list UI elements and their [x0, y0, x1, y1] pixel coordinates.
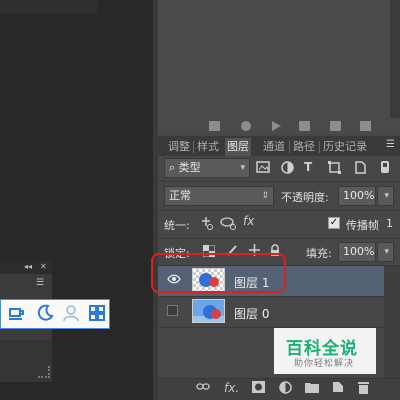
new-layer-icon[interactable]	[332, 381, 344, 396]
layers-scrollbar[interactable]	[384, 266, 400, 378]
opacity-value: 100%	[343, 189, 375, 202]
watermark-subtitle: 助你轻松解决	[294, 359, 355, 369]
scroll-divider	[390, 0, 400, 118]
opacity-label: 不透明度:	[281, 191, 329, 204]
adjustment-icon[interactable]	[279, 381, 292, 397]
annotation-highlight	[151, 253, 286, 293]
fill-dropdown[interactable]: ▾	[377, 242, 394, 262]
panel-menu-icon[interactable]: ☰	[386, 139, 395, 150]
layer-kind-filter[interactable]: ⌕ 类型 ▾	[164, 158, 250, 178]
adjustment-filter-icon[interactable]	[281, 161, 294, 177]
separator	[158, 181, 400, 182]
link-icon[interactable]	[196, 381, 210, 396]
record-icon[interactable]	[241, 121, 251, 131]
separator	[158, 238, 400, 239]
unify-label: 统一:	[164, 219, 190, 232]
mask-icon[interactable]	[252, 381, 265, 396]
canvas-top-band	[0, 0, 98, 14]
panel-menu-icon[interactable]: ☰	[36, 278, 44, 288]
tab-paths[interactable]: 路径	[291, 138, 317, 156]
layer-name[interactable]: 图层 0	[234, 305, 269, 322]
tab-channels[interactable]: 通道	[261, 138, 287, 156]
tab-layers[interactable]: 图层	[225, 138, 251, 156]
blend-mode-select[interactable]: 正常 ⇕	[164, 186, 274, 206]
fill-input[interactable]: 100%	[338, 242, 376, 262]
tab-separator	[289, 141, 290, 153]
fill-value: 100%	[343, 245, 375, 258]
stop-icon[interactable]	[209, 121, 220, 131]
trash-icon[interactable]	[358, 381, 369, 397]
play-icon[interactable]	[272, 121, 281, 131]
smart-object-filter-icon[interactable]	[354, 161, 366, 177]
new-frame-icon[interactable]	[330, 121, 341, 131]
chevron-down-icon: ▾	[384, 247, 389, 257]
resize-grip-icon[interactable]	[38, 366, 50, 378]
toolbar-strip	[0, 299, 110, 329]
separator	[158, 210, 400, 211]
opacity-dropdown[interactable]: ▾	[377, 186, 394, 206]
propagate-label: 传播帧	[346, 219, 379, 232]
chevron-down-icon: ▾	[240, 163, 245, 173]
tab-separator	[193, 141, 194, 153]
thumbnail-figure	[211, 309, 221, 319]
collapse-icon[interactable]: ◂◂	[24, 262, 32, 271]
tab-separator	[319, 141, 320, 153]
moon-icon[interactable]	[35, 304, 55, 324]
kind-filter-value: 类型	[178, 161, 201, 174]
grid-icon[interactable]	[87, 304, 107, 324]
search-icon: ⌕	[169, 161, 176, 174]
shape-filter-icon[interactable]	[328, 161, 341, 177]
pixel-filter-icon[interactable]	[256, 161, 270, 176]
fx-icon[interactable]: fx.	[224, 381, 239, 395]
fill-label: 填充:	[306, 247, 332, 260]
filter-toggle-icon[interactable]	[380, 160, 390, 177]
visibility-toggle-off[interactable]	[167, 305, 178, 316]
unify-style-icon[interactable]: fx	[243, 214, 254, 228]
opacity-input[interactable]: 100%	[338, 186, 376, 206]
folder-icon[interactable]	[305, 381, 319, 396]
tab-history[interactable]: 历史记录	[321, 138, 369, 156]
trash-icon[interactable]	[360, 121, 371, 131]
user-icon[interactable]	[61, 304, 81, 324]
propagate-checkbox[interactable]: ✓	[328, 217, 340, 229]
close-icon[interactable]: ✕	[40, 262, 47, 271]
chevron-down-icon: ▾	[384, 191, 389, 201]
unify-visibility-icon[interactable]	[220, 216, 238, 233]
folder-icon[interactable]	[299, 121, 310, 131]
blend-mode-value: 正常	[169, 189, 191, 202]
tab-styles[interactable]: 样式	[195, 138, 221, 156]
panel-top-area	[158, 0, 400, 118]
cup-icon[interactable]	[7, 304, 27, 324]
layer-thumbnail[interactable]	[192, 299, 225, 323]
tab-adjustments[interactable]: 调整	[166, 138, 192, 156]
propagate-value: 1	[386, 217, 393, 230]
up-down-icon: ⇕	[261, 191, 269, 201]
unify-position-icon[interactable]	[198, 216, 214, 233]
type-filter-icon[interactable]: T	[304, 160, 312, 174]
